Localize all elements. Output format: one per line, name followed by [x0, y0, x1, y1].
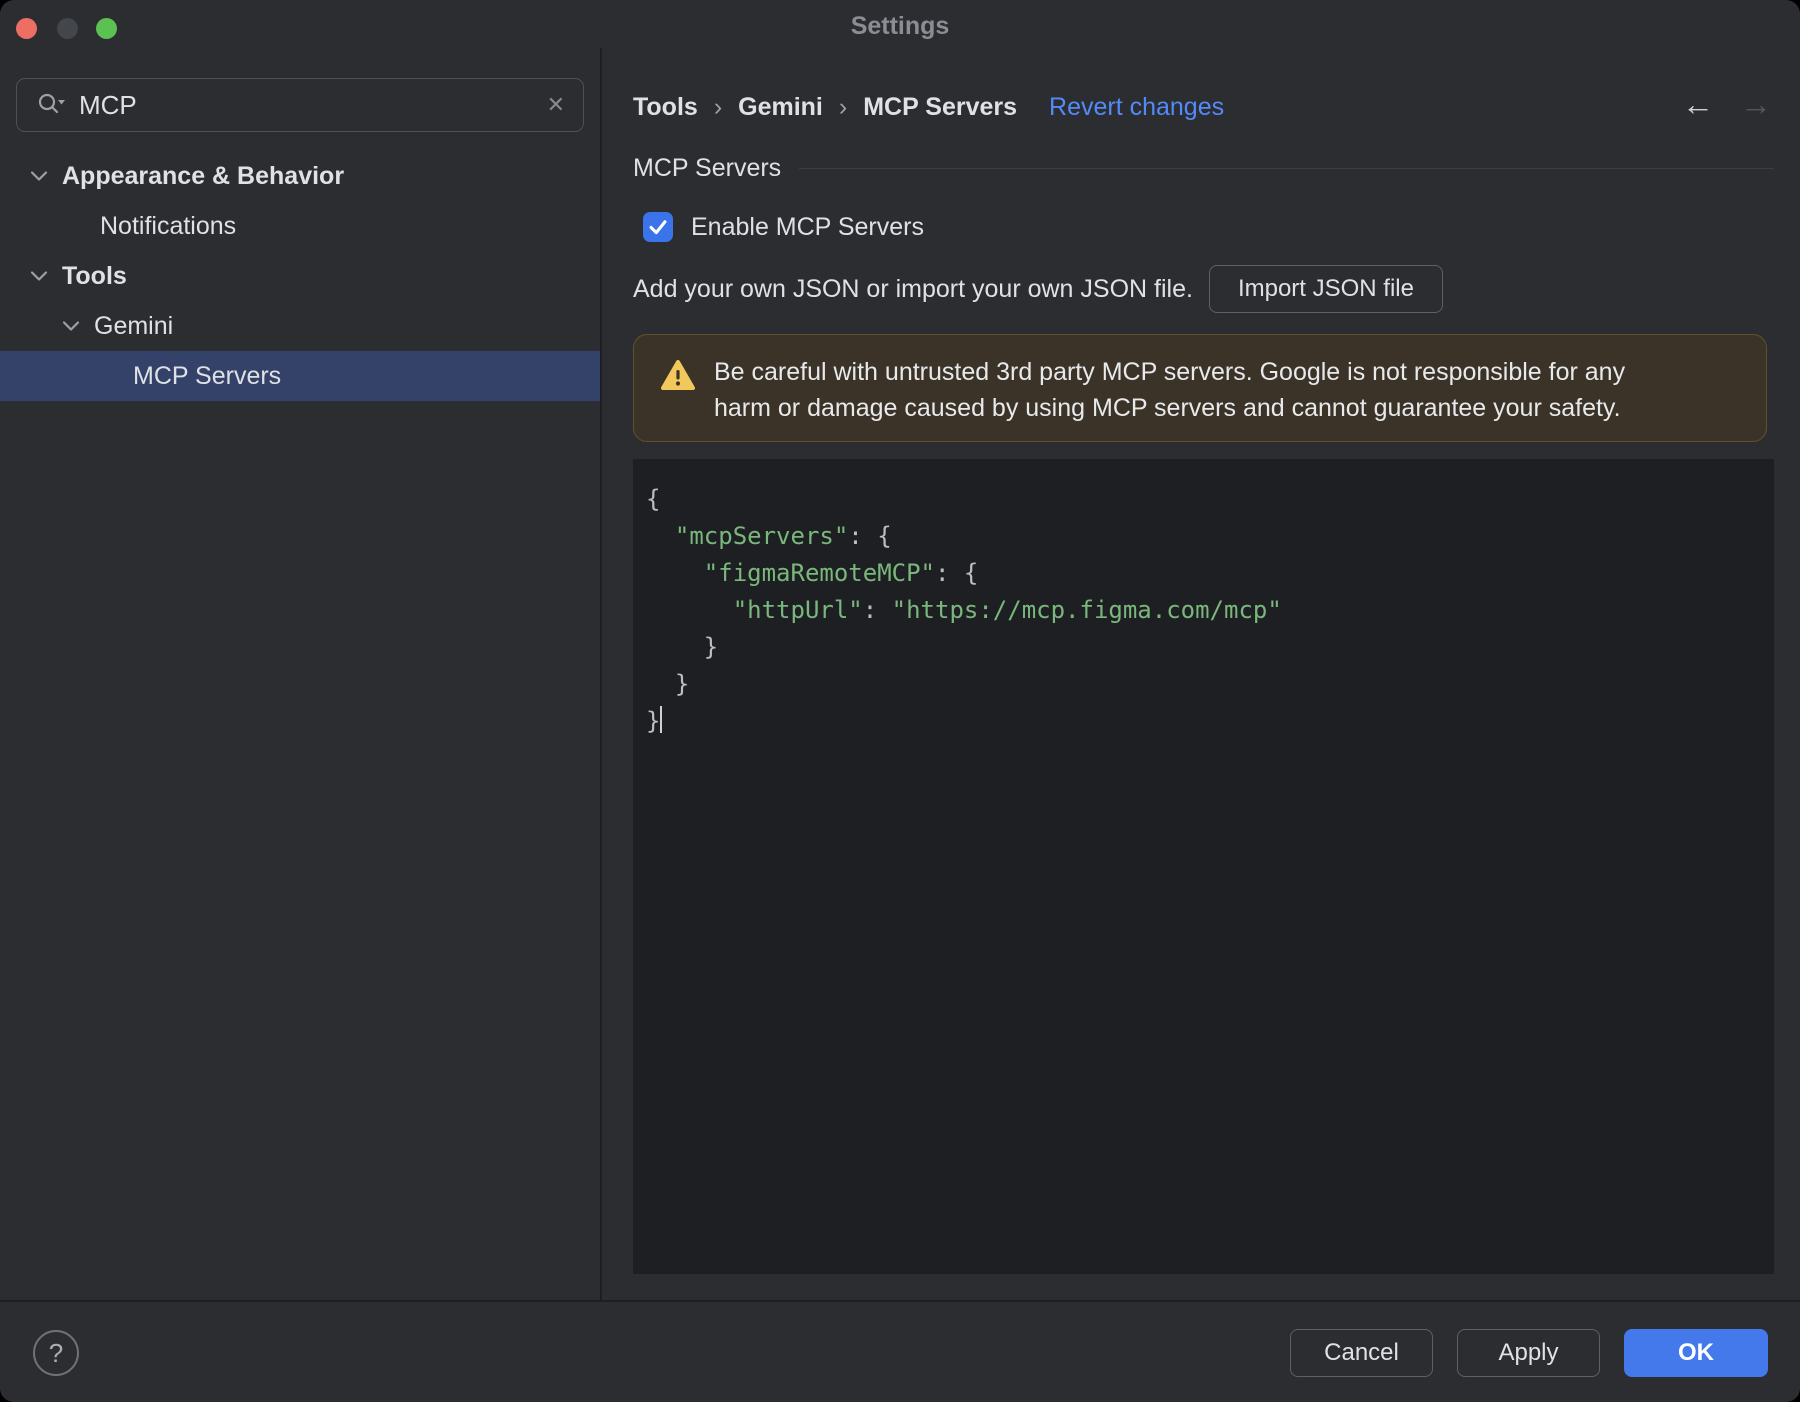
breadcrumb-separator-icon: › [713, 92, 723, 121]
chevron-down-icon[interactable] [62, 319, 80, 333]
ok-button[interactable]: OK [1624, 1329, 1768, 1377]
warning-text-line1: Be careful with untrusted 3rd party MCP … [714, 358, 1626, 386]
forward-arrow-icon: → [1740, 86, 1772, 122]
warning-icon [660, 359, 696, 396]
mcp-json-editor[interactable]: { "mcpServers": { "figmaRemoteMCP": { "h… [633, 459, 1774, 1274]
close-window-button[interactable] [16, 18, 37, 39]
sidebar-item-notifications[interactable]: Notifications [0, 201, 600, 251]
revert-changes-link[interactable]: Revert changes [1049, 93, 1224, 122]
title-bar: Settings [0, 0, 1800, 48]
import-json-file-button[interactable]: Import JSON file [1208, 265, 1443, 313]
section-title: MCP Servers [633, 153, 782, 182]
tree-item-label: MCP Servers [133, 361, 282, 390]
breadcrumb-mcp-servers: MCP Servers [863, 92, 1018, 121]
settings-tree: Appearance & Behavior Notifications Tool… [0, 151, 600, 401]
tree-item-label: Tools [62, 261, 127, 290]
sidebar-item-tools[interactable]: Tools [0, 251, 600, 301]
import-json-row: Add your own JSON or import your own JSO… [633, 265, 1443, 313]
text-caret [660, 706, 663, 733]
clear-search-icon[interactable]: ✕ [547, 92, 565, 118]
cancel-button[interactable]: Cancel [1290, 1329, 1433, 1377]
footer-divider [0, 1300, 1800, 1302]
enable-mcp-label[interactable]: Enable MCP Servers [691, 213, 924, 242]
search-query-text: MCP [79, 89, 137, 120]
apply-button[interactable]: Apply [1457, 1329, 1600, 1377]
warning-banner: Be careful with untrusted 3rd party MCP … [633, 334, 1767, 442]
import-json-description: Add your own JSON or import your own JSO… [633, 274, 1193, 303]
section-header: MCP Servers [633, 150, 1774, 186]
breadcrumb-gemini[interactable]: Gemini [738, 93, 823, 122]
settings-window: Settings MCP ✕ Appearance & Behavior Not… [0, 0, 1800, 1402]
sidebar-item-mcp-servers[interactable]: MCP Servers [0, 351, 600, 401]
settings-search-input[interactable]: MCP ✕ [16, 78, 584, 132]
dialog-footer: ? Cancel Apply OK [0, 1300, 1800, 1402]
search-icon [37, 92, 67, 118]
json-code: { "mcpServers": { "figmaRemoteMCP": { "h… [646, 485, 1282, 735]
window-title: Settings [850, 12, 950, 40]
breadcrumb: Tools › Gemini › MCP Servers Revert chan… [633, 84, 1224, 130]
history-navigation: ← → [1682, 88, 1772, 120]
back-arrow-icon[interactable]: ← [1682, 88, 1714, 120]
sidebar-item-gemini[interactable]: Gemini [0, 301, 600, 351]
breadcrumb-tools[interactable]: Tools [633, 93, 698, 122]
enable-mcp-row: Enable MCP Servers [643, 212, 924, 242]
footer-buttons: Cancel Apply OK [1290, 1329, 1768, 1377]
tree-item-label: Gemini [94, 311, 174, 340]
help-icon: ? [48, 1337, 64, 1368]
zoom-window-button[interactable] [96, 18, 117, 39]
minimize-window-button[interactable] [57, 18, 78, 39]
tree-item-label: Notifications [100, 211, 237, 240]
breadcrumb-separator-icon: › [838, 92, 848, 121]
settings-sidebar: MCP ✕ Appearance & Behavior Notification… [0, 48, 600, 1302]
enable-mcp-checkbox[interactable] [643, 212, 673, 242]
warning-text: Be careful with untrusted 3rd party MCP … [714, 354, 1625, 426]
help-button[interactable]: ? [33, 1330, 79, 1376]
sidebar-item-appearance-behavior[interactable]: Appearance & Behavior [0, 151, 600, 201]
tree-item-label: Appearance & Behavior [62, 161, 345, 190]
chevron-down-icon[interactable] [30, 269, 48, 283]
section-divider [799, 167, 1774, 169]
settings-main-panel: Tools › Gemini › MCP Servers Revert chan… [602, 48, 1800, 1302]
warning-text-line2: harm or damage caused by using MCP serve… [714, 394, 1621, 422]
chevron-down-icon[interactable] [30, 169, 48, 183]
